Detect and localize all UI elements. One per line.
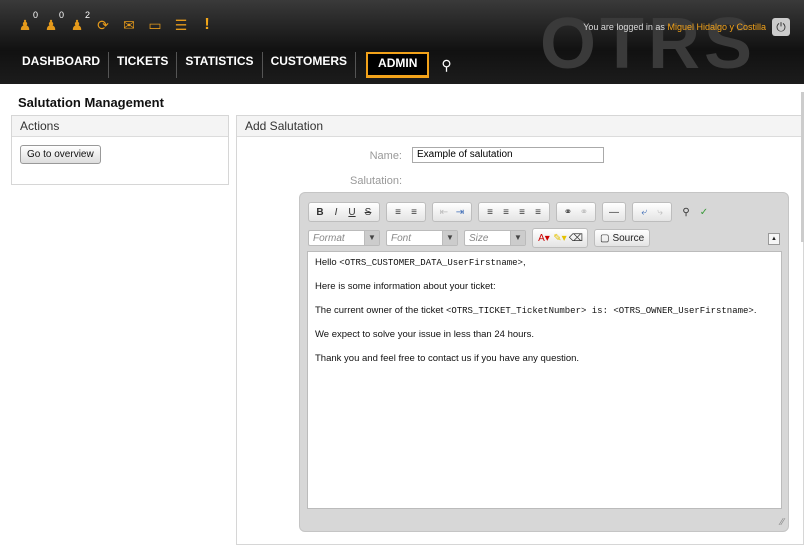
list-group: ≡ ≡ — [386, 202, 426, 222]
font-select[interactable]: Font ▼ — [386, 230, 458, 246]
size-select-label: Size — [469, 232, 489, 244]
text-style-group: B I U S — [308, 202, 380, 222]
logout-icon[interactable]: ⏻ — [772, 18, 790, 36]
collapse-toolbar-icon[interactable]: ▲ — [768, 233, 780, 245]
chevron-down-icon: ▼ — [510, 231, 525, 245]
resize-handle-icon[interactable]: ∕∕ — [781, 517, 784, 528]
color-group: A▾ ✎▾ ⌫ — [532, 228, 588, 248]
line-text: The current owner of the ticket — [315, 305, 446, 316]
nav-customers[interactable]: CUSTOMERS — [263, 52, 357, 78]
underline-icon[interactable]: U — [344, 207, 360, 218]
background-color-icon[interactable]: ✎▾ — [552, 233, 568, 244]
font-select-label: Font — [391, 232, 412, 244]
format-select[interactable]: Format ▼ — [308, 230, 380, 246]
watched-tickets-icon[interactable]: ♟ 0 — [40, 10, 64, 34]
italic-icon[interactable]: I — [328, 207, 344, 218]
align-justify-icon[interactable]: ≡ — [530, 207, 546, 218]
strikethrough-icon[interactable]: S — [360, 207, 376, 218]
rich-text-editor: B I U S ≡ ≡ ⇤ ⇥ ≡ ≡ ≡ ≡ ⚭ ⚭ — ⤶ ⤷ ⚲ ✓ Fo… — [299, 192, 789, 532]
indent-icon[interactable]: ⇥ — [452, 207, 468, 218]
text-color-icon[interactable]: A▾ — [536, 233, 552, 244]
actions-panel: Actions Go to overview — [11, 115, 229, 185]
line-text: Here is some information about your tick… — [315, 281, 496, 292]
history-group: ⤶ ⤷ — [632, 202, 672, 222]
spellcheck-icon[interactable]: ✓ — [696, 207, 712, 218]
link-group: ⚭ ⚭ — [556, 202, 596, 222]
responsible-tickets-icon[interactable]: ♟ 2 — [66, 10, 90, 34]
rule-group: — — [602, 202, 626, 222]
watched-count: 0 — [58, 10, 64, 20]
login-info: You are logged in as Miguel Hidalgo y Co… — [583, 22, 766, 32]
line-text: Thank you and feel free to contact us if… — [315, 353, 580, 364]
line-text: We expect to solve your issue in less th… — [315, 329, 534, 340]
otrs-logo: OTRS — [539, 4, 756, 84]
search-icon[interactable]: ⚲ — [429, 52, 463, 78]
content-line: We expect to solve your issue in less th… — [315, 329, 774, 341]
chevron-down-icon: ▼ — [364, 231, 379, 245]
actions-header: Actions — [12, 116, 228, 137]
nav-tickets[interactable]: TICKETS — [109, 52, 178, 78]
find-icon[interactable]: ⚲ — [678, 207, 694, 218]
redo-icon[interactable]: ⤷ — [652, 207, 668, 218]
bold-icon[interactable]: B — [312, 207, 328, 218]
go-to-overview-button[interactable]: Go to overview — [20, 145, 101, 164]
align-group: ≡ ≡ ≡ ≡ — [478, 202, 550, 222]
add-salutation-header: Add Salutation — [237, 116, 803, 137]
source-icon: ▢ — [600, 232, 610, 244]
list-icon[interactable]: ☰ — [170, 16, 192, 34]
editor-toolbar: B I U S ≡ ≡ ⇤ ⇥ ≡ ≡ ≡ ≡ ⚭ ⚭ — ⤶ ⤷ ⚲ ✓ Fo… — [308, 201, 780, 249]
login-prefix: You are logged in as — [583, 22, 665, 32]
mail-icon[interactable]: ✉ — [118, 16, 140, 34]
size-select[interactable]: Size ▼ — [464, 230, 526, 246]
editor-content[interactable]: Hello <OTRS_CUSTOMER_DATA_UserFirstname>… — [307, 251, 782, 509]
folder-icon[interactable]: ▭ — [144, 16, 166, 34]
toolbar-icons: ♟ 0 ♟ 0 ♟ 2 ⟳ ✉ ▭ ☰ ! — [14, 10, 218, 34]
locked-count: 0 — [32, 10, 38, 20]
content-line: Hello <OTRS_CUSTOMER_DATA_UserFirstname>… — [315, 257, 774, 269]
source-button[interactable]: ▢ Source — [594, 229, 651, 247]
line-suffix: . — [753, 305, 757, 316]
align-right-icon[interactable]: ≡ — [514, 207, 530, 218]
bulleted-list-icon[interactable]: ≡ — [406, 207, 422, 218]
content-line: Here is some information about your tick… — [315, 281, 774, 293]
user-link[interactable]: Miguel Hidalgo y Costilla — [667, 22, 766, 32]
content-line: The current owner of the ticket <OTRS_TI… — [315, 305, 774, 317]
refresh-icon[interactable]: ⟳ — [92, 16, 114, 34]
outdent-icon[interactable]: ⇤ — [436, 207, 452, 218]
nav-statistics[interactable]: STATISTICS — [177, 52, 263, 78]
line-code: <OTRS_TICKET_TicketNumber> is: <OTRS_OWN… — [445, 306, 754, 316]
numbered-list-icon[interactable]: ≡ — [390, 207, 406, 218]
align-left-icon[interactable]: ≡ — [482, 207, 498, 218]
line-suffix: , — [522, 257, 526, 268]
indent-group: ⇤ ⇥ — [432, 202, 472, 222]
chevron-down-icon: ▼ — [442, 231, 457, 245]
link-icon[interactable]: ⚭ — [560, 207, 576, 218]
page-title: Salutation Management — [18, 95, 164, 110]
nav-admin[interactable]: ADMIN — [366, 52, 430, 78]
locked-tickets-icon[interactable]: ♟ 0 — [14, 10, 38, 34]
undo-icon[interactable]: ⤶ — [636, 207, 652, 218]
content-line: Thank you and feel free to contact us if… — [315, 353, 774, 365]
salutation-label: Salutation: — [350, 175, 402, 187]
horizontal-rule-icon[interactable]: — — [606, 207, 622, 218]
format-select-label: Format — [313, 232, 345, 244]
top-bar: OTRS ♟ 0 ♟ 0 ♟ 2 ⟳ ✉ ▭ ☰ ! You are logged i… — [0, 0, 804, 84]
line-text: Hello — [315, 257, 340, 268]
responsible-count: 2 — [84, 10, 90, 20]
nav-dashboard[interactable]: DASHBOARD — [14, 52, 109, 78]
align-center-icon[interactable]: ≡ — [498, 207, 514, 218]
source-label: Source — [612, 232, 645, 244]
name-label: Name: — [369, 150, 402, 162]
name-field[interactable]: Example of salutation — [412, 147, 604, 163]
line-code: <OTRS_CUSTOMER_DATA_UserFirstname> — [339, 258, 523, 268]
alert-icon[interactable]: ! — [196, 16, 218, 34]
unlink-icon[interactable]: ⚭ — [576, 207, 592, 218]
main-nav: DASHBOARD TICKETS STATISTICS CUSTOMERS A… — [14, 52, 464, 78]
remove-format-icon[interactable]: ⌫ — [568, 233, 584, 244]
